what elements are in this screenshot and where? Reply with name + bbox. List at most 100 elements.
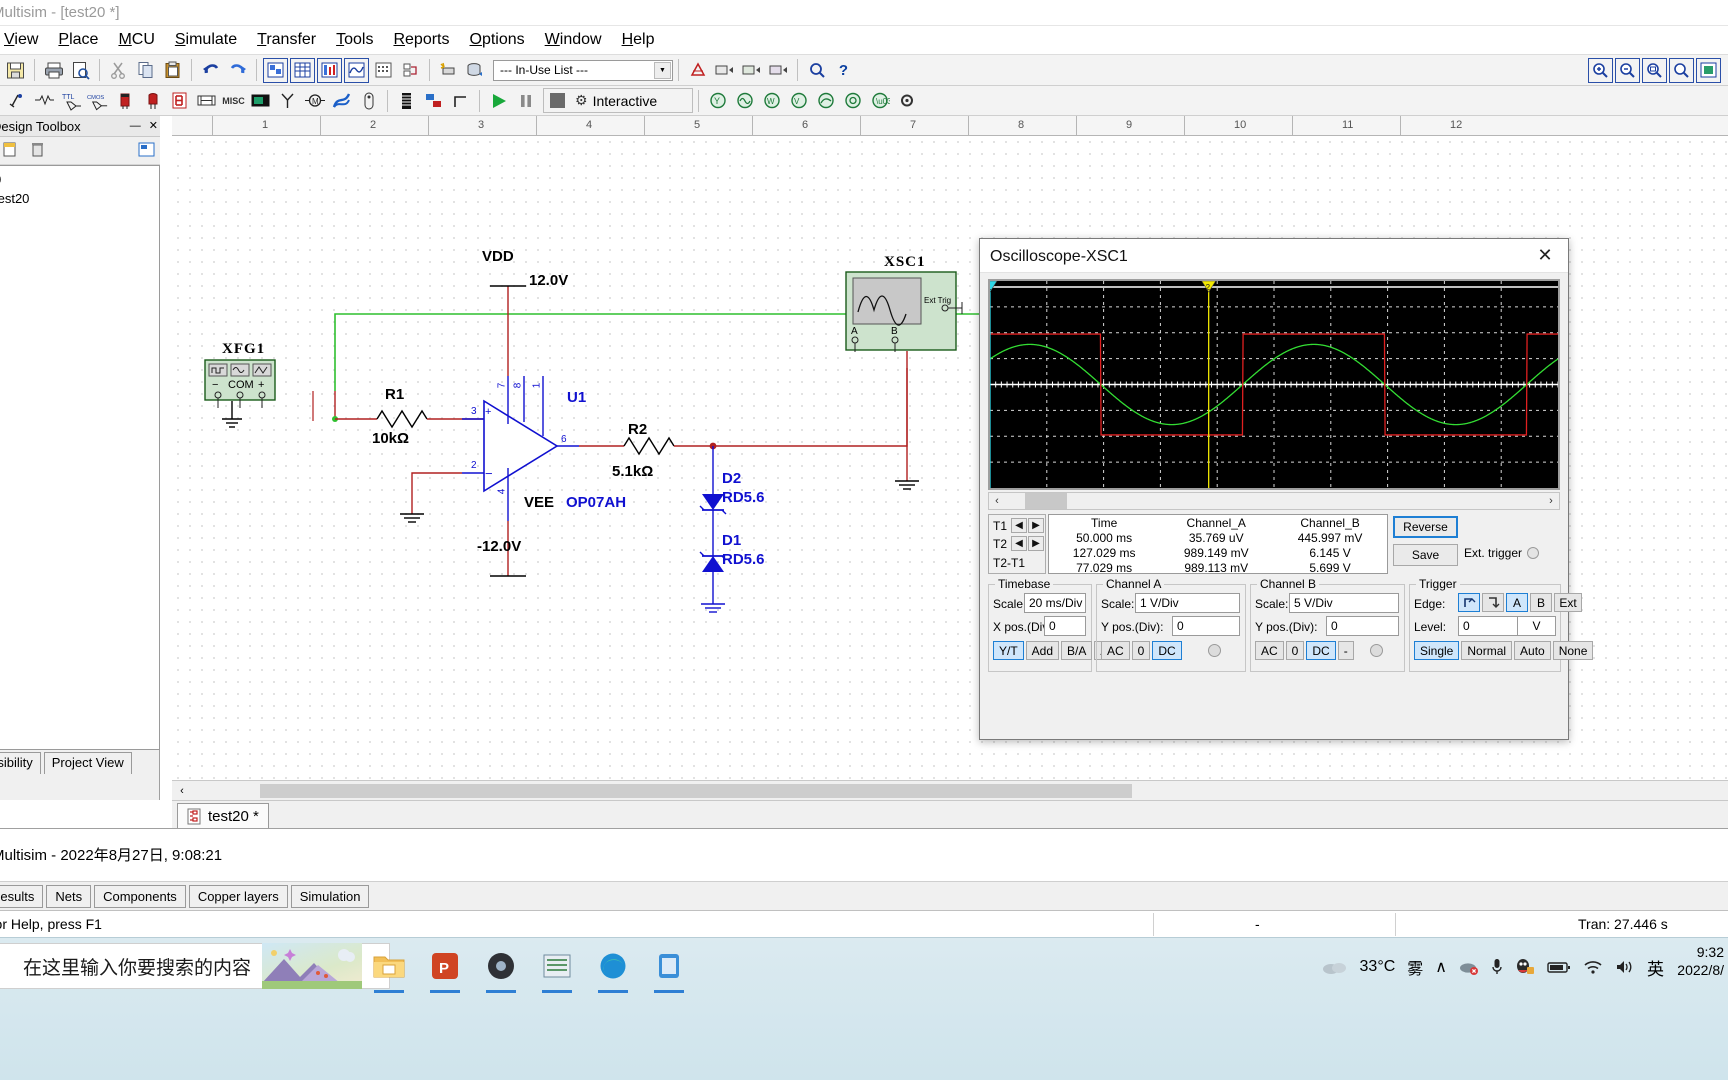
channel-a-coupling-ac[interactable]: AC: [1101, 641, 1130, 660]
electro-mechanical-icon[interactable]: M: [302, 88, 327, 113]
help-icon[interactable]: ?: [831, 58, 856, 83]
document-tab-test20[interactable]: test20 *: [177, 803, 269, 829]
new-component-icon[interactable]: [436, 58, 461, 83]
hierarchical-block-icon[interactable]: [356, 88, 381, 113]
place-comment-icon[interactable]: [421, 88, 446, 113]
cursor-t1-left-button[interactable]: ◀: [1011, 518, 1027, 533]
zoom-out-icon[interactable]: [1615, 57, 1640, 83]
word-generator-icon[interactable]: [840, 88, 865, 113]
battery-icon[interactable]: [1547, 960, 1571, 974]
scrollbar-thumb[interactable]: [1025, 493, 1067, 509]
menu-item-tools[interactable]: Tools: [326, 29, 383, 51]
menu-item-reports[interactable]: Reports: [383, 29, 459, 51]
trigger-mode-auto[interactable]: Auto: [1514, 641, 1551, 660]
ext-trigger-led[interactable]: [1527, 547, 1540, 559]
spreadsheet-tab-copper-layers[interactable]: Copper layers: [188, 884, 288, 908]
spreadsheet-tab-nets[interactable]: Nets: [46, 884, 92, 908]
menu-item-view[interactable]: View: [0, 29, 48, 51]
pause-icon[interactable]: [513, 88, 538, 113]
multisim-icon[interactable]: [534, 943, 580, 993]
logic-converter-icon[interactable]: \u03a9: [867, 88, 892, 113]
rules3-icon[interactable]: [766, 58, 791, 83]
multimeter-icon[interactable]: Y: [705, 88, 730, 113]
misc-digital-icon[interactable]: [194, 88, 219, 113]
grapher-icon[interactable]: [290, 57, 315, 83]
menu-item-transfer[interactable]: Transfer: [247, 29, 326, 51]
design-tree[interactable]: 0 test20: [0, 165, 160, 750]
zoom-in-icon[interactable]: [1588, 57, 1613, 83]
minimize-icon[interactable]: —: [130, 120, 141, 132]
cursor-t1-right-button[interactable]: ▶: [1028, 518, 1044, 533]
reverse-button[interactable]: Reverse: [1393, 516, 1458, 538]
timebase-mode-add[interactable]: Add: [1025, 641, 1060, 660]
oscilloscope-icon[interactable]: V: [786, 88, 811, 113]
transistor-icon[interactable]: [140, 88, 165, 113]
trigger-mode-none[interactable]: None: [1552, 641, 1594, 660]
menu-item-mcu[interactable]: MCU: [108, 29, 164, 51]
menu-item-place[interactable]: Place: [48, 29, 108, 51]
power-icon[interactable]: [248, 88, 273, 113]
oscilloscope-window[interactable]: Oscilloscope-XSC1 ✕ 12 ‹ › T1 T2 T2-T1 ◀…: [979, 238, 1594, 740]
tab-visibility[interactable]: Visibility: [0, 752, 41, 774]
trigger-source-ext[interactable]: Ext: [1554, 593, 1582, 612]
cloud-icon[interactable]: [1322, 959, 1348, 975]
paste-icon[interactable]: [160, 58, 185, 83]
source-icon[interactable]: [5, 88, 30, 113]
settings-icon[interactable]: [894, 88, 919, 113]
store-icon[interactable]: [646, 943, 692, 993]
zoom-sheet-icon[interactable]: [1696, 57, 1721, 83]
save-button[interactable]: Save: [1393, 544, 1458, 566]
channel-a-coupling-0[interactable]: 0: [1131, 641, 1151, 660]
file-explorer-icon[interactable]: [366, 943, 412, 993]
timebase-scale-input[interactable]: 20 ms/Div: [1024, 593, 1086, 613]
channel-a-coupling-dc[interactable]: DC: [1152, 641, 1182, 660]
database-manager-icon[interactable]: [463, 58, 488, 83]
zoom-fit-icon[interactable]: [1669, 57, 1694, 83]
falling-edge-icon[interactable]: [1482, 593, 1504, 612]
menu-item-simulate[interactable]: Simulate: [165, 29, 247, 51]
scroll-left-icon[interactable]: ‹: [989, 495, 1005, 507]
channel-b-coupling-minus[interactable]: -: [1337, 641, 1354, 660]
weather-description[interactable]: 雾: [1407, 955, 1423, 979]
timebase-xpos-input[interactable]: 0: [1044, 616, 1086, 636]
close-icon[interactable]: ✕: [1522, 239, 1568, 272]
chevron-up-icon[interactable]: ∧: [1435, 957, 1447, 977]
visibility-icon[interactable]: [138, 141, 155, 161]
trigger-mode-single[interactable]: Single: [1414, 641, 1460, 660]
close-icon[interactable]: ✕: [149, 120, 158, 132]
wattmeter-icon[interactable]: W: [759, 88, 784, 113]
ime-indicator[interactable]: 英: [1647, 955, 1664, 980]
volume-icon[interactable]: [1615, 959, 1635, 975]
save-icon[interactable]: [3, 58, 28, 83]
scroll-left-icon[interactable]: ‹: [172, 785, 192, 797]
timebase-mode-ba[interactable]: B/A: [1061, 641, 1093, 660]
find-icon[interactable]: [804, 58, 829, 83]
scroll-right-icon[interactable]: ›: [1543, 495, 1559, 507]
simulation-mode-selector[interactable]: ⚙ Interactive: [543, 88, 693, 113]
trigger-source-a[interactable]: A: [1506, 593, 1528, 612]
trigger-level-input[interactable]: 0: [1458, 616, 1518, 636]
cursor-t2-left-button[interactable]: ◀: [1011, 536, 1027, 551]
menu-item-help[interactable]: Help: [612, 29, 665, 51]
cmos-icon[interactable]: CMOS: [86, 88, 111, 113]
channel-b-led[interactable]: [1369, 644, 1383, 657]
print-preview-icon[interactable]: [68, 58, 93, 83]
run-icon[interactable]: [486, 88, 511, 113]
channel-b-ypos-input[interactable]: 0: [1326, 616, 1399, 636]
spreadsheet-tab-simulation[interactable]: Simulation: [290, 884, 370, 908]
delete-icon[interactable]: [30, 141, 45, 161]
timebase-mode-yt[interactable]: Y/T: [993, 641, 1024, 660]
spreadsheet-tab-components[interactable]: Components: [94, 884, 186, 908]
tree-node-test20[interactable]: test20: [0, 189, 159, 208]
display-scrollbar[interactable]: ‹ ›: [988, 492, 1560, 510]
analysis-icon[interactable]: [344, 57, 369, 83]
powerpoint-icon[interactable]: P: [422, 943, 468, 993]
bode-plotter-icon[interactable]: [813, 88, 838, 113]
print-icon[interactable]: [41, 58, 66, 83]
wifi-icon[interactable]: [1583, 959, 1603, 975]
microphone-icon[interactable]: [1491, 958, 1503, 976]
rf-icon[interactable]: [275, 88, 300, 113]
misc-icon[interactable]: MISC: [221, 88, 246, 113]
media-icon[interactable]: [478, 943, 524, 993]
channel-b-coupling-0[interactable]: 0: [1285, 641, 1305, 660]
